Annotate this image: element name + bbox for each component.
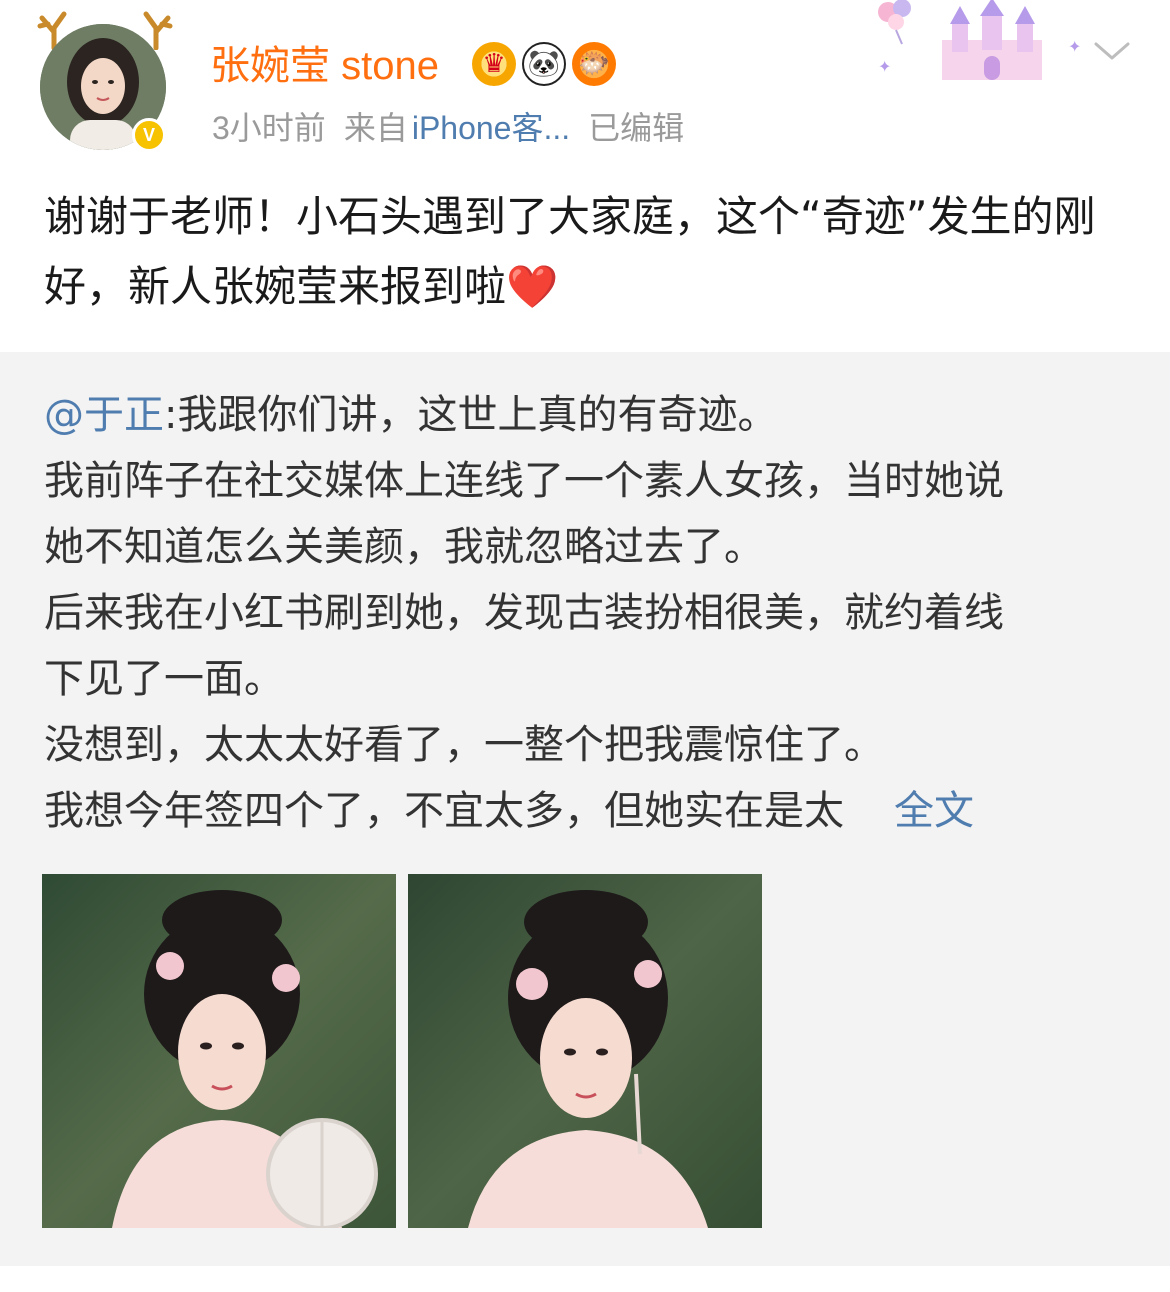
- source-prefix: 来自: [343, 110, 408, 146]
- repost-line: 她不知道怎么关美颜，我就忽略过去了。: [44, 524, 764, 570]
- post-source[interactable]: iPhone客...: [412, 110, 570, 146]
- repost-image-1[interactable]: [42, 874, 396, 1228]
- member-badges: ♛ 🐼 🐡: [472, 42, 616, 86]
- post-meta: 3小时前 来自 iPhone客... 已编辑: [212, 106, 702, 150]
- repost-line: 我前阵子在社交媒体上连线了一个素人女孩，当时她说: [44, 458, 1004, 504]
- chevron-down-icon[interactable]: [1092, 36, 1132, 66]
- post-text: 谢谢于老师！小石头遇到了大家庭，这个“奇迹”发生的刚好，新人张婉莹来报到啦: [44, 192, 1096, 311]
- repost-line: 下见了一面。: [44, 656, 284, 702]
- svg-text:✦: ✦: [878, 57, 891, 76]
- crown-badge-icon[interactable]: ♛: [472, 42, 516, 86]
- author-avatar[interactable]: V: [37, 11, 173, 154]
- edited-label[interactable]: 已编辑: [588, 110, 684, 146]
- reposted-content[interactable]: @于正:我跟你们讲，这世上真的有奇迹。 我前阵子在社交媒体上连线了一个素人女孩，…: [0, 352, 1170, 1266]
- post-body: 谢谢于老师！小石头遇到了大家庭，这个“奇迹”发生的刚好，新人张婉莹来报到啦❤️: [44, 182, 1134, 322]
- repost-line: 后来我在小红书刷到她，发现古装扮相很美，就约着线: [44, 590, 1004, 636]
- bottom-spacer: [0, 1266, 1170, 1292]
- full-text-link[interactable]: 全文: [894, 788, 974, 834]
- repost-body: @于正:我跟你们讲，这世上真的有奇迹。 我前阵子在社交媒体上连线了一个素人女孩，…: [44, 382, 1124, 844]
- repost-image-2[interactable]: [408, 874, 762, 1228]
- author-name[interactable]: 张婉莹 stone: [210, 38, 439, 94]
- mention-link[interactable]: @于正: [44, 392, 164, 438]
- weibo-post: V 张婉莹 stone ♛ 🐼 🐡 3小时前 来自 iPhone客... 已编辑 ✦ …: [0, 0, 1170, 352]
- verified-badge: V: [132, 118, 166, 152]
- repost-line: 没想到，太太太好看了，一整个把我震惊住了。: [44, 722, 884, 768]
- castle-decoration-icon: ✦ ✦: [878, 0, 1081, 80]
- fish-badge-icon[interactable]: 🐡: [572, 42, 616, 86]
- panda-badge-icon[interactable]: 🐼: [522, 42, 566, 86]
- repost-line: 我想今年签四个了，不宜太多，但她实在是太 全文: [44, 788, 974, 834]
- heart-emoji: ❤️: [506, 262, 559, 311]
- post-time: 3小时前: [212, 110, 326, 146]
- repost-line: @于正:我跟你们讲，这世上真的有奇迹。: [44, 392, 778, 438]
- svg-text:✦: ✦: [1068, 37, 1081, 56]
